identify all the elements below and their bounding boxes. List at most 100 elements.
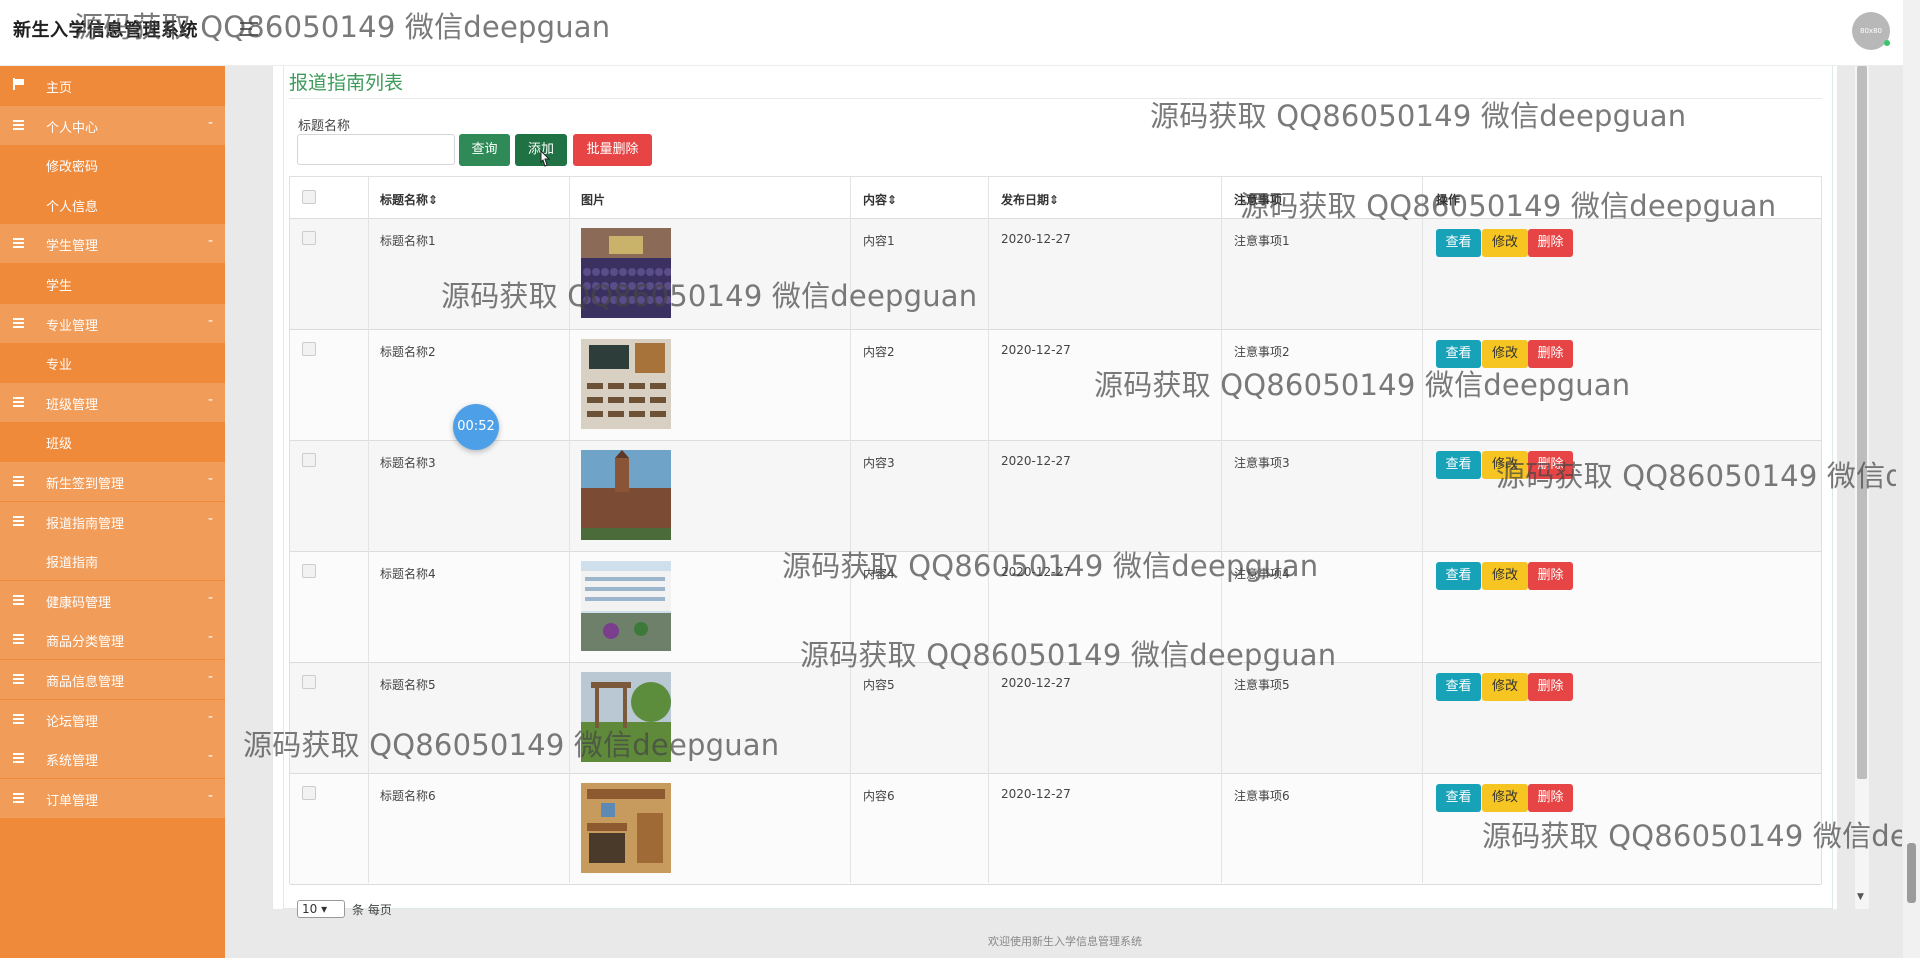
batch-delete-button[interactable]: 批量删除 xyxy=(573,134,652,166)
sidebar-item-label: 新生签到管理 xyxy=(46,477,125,492)
list-icon xyxy=(13,594,24,605)
sidebar-item-label: 报道指南 xyxy=(46,556,99,572)
page-size-select[interactable]: 10 ▾ xyxy=(297,900,345,918)
watermark-text: 源码获取 QQ86050149 微信deepguan xyxy=(243,728,780,762)
collapse-indicator-icon: - xyxy=(207,629,213,646)
column-header-title[interactable]: 标题名称⇕ xyxy=(380,191,438,208)
column-divider xyxy=(1221,177,1222,883)
column-divider xyxy=(368,177,369,883)
sidebar-item[interactable]: 商品分类管理 - xyxy=(0,620,225,660)
query-button[interactable]: 查询 xyxy=(459,134,510,166)
edit-button[interactable]: 修改 xyxy=(1482,562,1528,590)
sidebar-item[interactable]: 修改密码 xyxy=(0,145,225,185)
edit-button[interactable]: 修改 xyxy=(1482,229,1528,257)
delete-button[interactable]: 删除 xyxy=(1528,229,1573,257)
guide-image xyxy=(581,561,671,651)
content-cell: 内容3 xyxy=(863,456,895,470)
delete-button[interactable]: 删除 xyxy=(1528,562,1573,590)
view-button[interactable]: 查看 xyxy=(1436,562,1481,590)
title-cell: 标题名称4 xyxy=(380,567,436,581)
sidebar-item[interactable]: 报道指南 xyxy=(0,541,225,581)
sidebar-item-label: 个人信息 xyxy=(46,199,99,215)
column-header-date[interactable]: 发布日期⇕ xyxy=(1001,191,1059,208)
sidebar-item-label: 健康码管理 xyxy=(46,595,112,611)
mouse-cursor-icon xyxy=(540,150,550,167)
sidebar-item[interactable]: 班级 xyxy=(0,422,225,462)
timer-badge[interactable]: 00:52 xyxy=(453,404,499,450)
sidebar-item-label: 商品分类管理 xyxy=(46,635,125,651)
row-checkbox[interactable] xyxy=(302,564,316,578)
list-icon xyxy=(13,119,24,130)
page-scrollbar-thumb[interactable] xyxy=(1907,843,1916,903)
view-button[interactable]: 查看 xyxy=(1436,229,1481,257)
title-cell: 标题名称3 xyxy=(380,456,436,470)
title-cell: 标题名称2 xyxy=(380,345,436,359)
collapse-indicator-icon: - xyxy=(207,708,213,725)
online-status-dot xyxy=(1884,40,1890,46)
row-checkbox[interactable] xyxy=(302,342,316,356)
sidebar-item[interactable]: 个人信息 xyxy=(0,184,225,224)
notes-cell: 注意事项2 xyxy=(1234,345,1290,359)
sidebar-item[interactable]: 报道指南管理 - xyxy=(0,501,225,541)
title-cell: 标题名称1 xyxy=(380,234,436,248)
sidebar-item[interactable]: 新生签到管理 - xyxy=(0,462,225,501)
watermark-text: 源码获取 QQ86050149 微信deepguan xyxy=(441,279,978,313)
sidebar-item[interactable]: 班级管理 - xyxy=(0,382,225,422)
row-checkbox[interactable] xyxy=(302,231,316,245)
date-cell: 2020-12-27 xyxy=(1001,232,1071,246)
sidebar-item-label: 论坛管理 xyxy=(46,714,99,730)
footer-text: 欢迎使用新生入学信息管理系统 xyxy=(988,935,1142,948)
edit-button[interactable]: 修改 xyxy=(1482,784,1528,812)
sidebar-item[interactable]: 健康码管理 - xyxy=(0,580,225,620)
sidebar-item[interactable]: 学生 xyxy=(0,264,225,303)
column-header-content[interactable]: 内容⇕ xyxy=(863,191,897,208)
sidebar-item[interactable]: 主页 xyxy=(0,66,225,105)
watermark-text: 源码获取 QQ86050149 微信deepguan xyxy=(1496,459,1896,493)
sidebar-item-label: 学生 xyxy=(46,279,73,294)
sidebar-item[interactable]: 学生管理 - xyxy=(0,224,225,264)
filter-label: 标题名称 xyxy=(298,119,351,134)
row-checkbox[interactable] xyxy=(302,675,316,689)
collapse-indicator-icon: - xyxy=(207,669,213,685)
collapse-indicator-icon: - xyxy=(207,787,213,804)
scroll-down-arrow-icon[interactable]: ▼ xyxy=(1857,892,1864,902)
content-cell: 内容6 xyxy=(863,789,895,803)
title-search-input[interactable] xyxy=(297,134,455,165)
sidebar-item[interactable]: 专业管理 - xyxy=(0,303,225,343)
row-checkbox[interactable] xyxy=(302,786,316,800)
list-icon xyxy=(13,674,24,684)
list-icon xyxy=(13,515,24,526)
sidebar-item-label: 修改密码 xyxy=(46,160,99,176)
sidebar-item[interactable]: 订单管理 - xyxy=(0,778,225,818)
page-scrollbar[interactable] xyxy=(1903,0,1920,958)
collapse-indicator-icon: - xyxy=(207,748,213,765)
sidebar-item-label: 班级管理 xyxy=(46,397,99,413)
guide-image xyxy=(581,339,671,429)
content-cell: 内容1 xyxy=(863,234,895,248)
watermark-text: 源码获取 QQ86050149 微信deepguan xyxy=(1482,819,1902,853)
view-button[interactable]: 查看 xyxy=(1436,784,1481,812)
date-cell: 2020-12-27 xyxy=(1001,787,1071,801)
sidebar-item-label: 专业管理 xyxy=(46,318,99,334)
sidebar-item[interactable]: 系统管理 - xyxy=(0,739,225,779)
row-checkbox[interactable] xyxy=(302,453,316,467)
view-button[interactable]: 查看 xyxy=(1436,451,1481,479)
sidebar-item[interactable]: 个人中心 - xyxy=(0,105,225,145)
list-icon xyxy=(13,238,24,249)
content-scrollbar-thumb[interactable] xyxy=(1857,66,1867,779)
sidebar-item[interactable]: 专业 xyxy=(0,343,225,383)
sidebar-item[interactable]: 论坛管理 - xyxy=(0,699,225,739)
list-icon xyxy=(13,317,24,328)
edit-button[interactable]: 修改 xyxy=(1482,673,1528,701)
collapse-indicator-icon: - xyxy=(207,312,213,329)
collapse-indicator-icon: - xyxy=(207,510,213,527)
sidebar-item-label: 主页 xyxy=(46,81,73,96)
select-all-checkbox[interactable] xyxy=(302,190,316,204)
sidebar-item-label: 系统管理 xyxy=(46,754,99,770)
view-button[interactable]: 查看 xyxy=(1436,673,1481,701)
sidebar-item-label: 商品信息管理 xyxy=(46,675,125,690)
delete-button[interactable]: 删除 xyxy=(1528,673,1573,701)
delete-button[interactable]: 删除 xyxy=(1528,784,1573,812)
sidebar-item[interactable]: 商品信息管理 - xyxy=(0,660,225,699)
list-icon xyxy=(13,753,24,764)
